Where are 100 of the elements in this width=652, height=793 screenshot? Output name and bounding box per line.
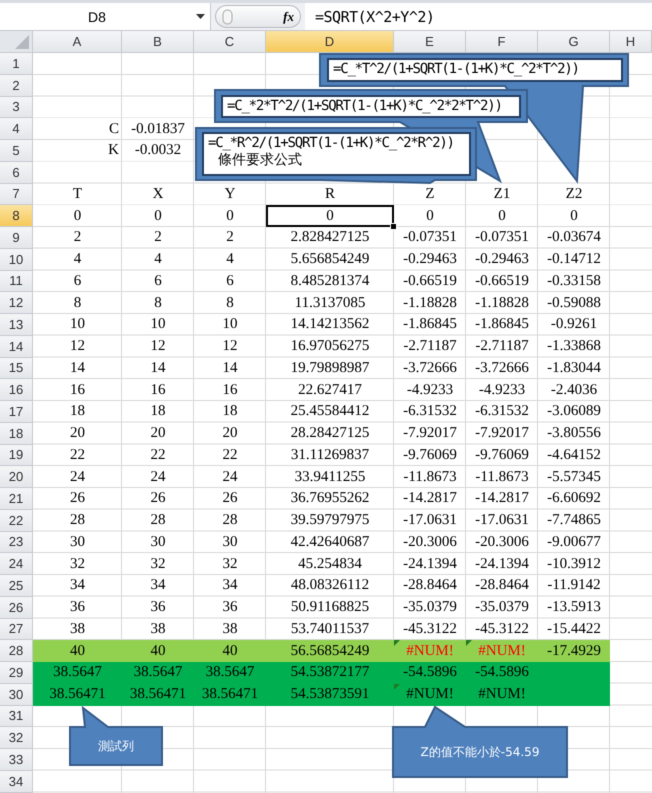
table-cell[interactable]: 38.56471 [194,684,266,706]
table-cell[interactable]: #NUM! [466,684,538,706]
table-cell[interactable]: -4.64152 [538,444,610,466]
table-cell[interactable]: -5.57345 [538,466,610,488]
row-header[interactable]: 9 [0,227,33,249]
table-cell[interactable]: -0.07351 [466,227,538,249]
table-cell[interactable]: -28.8464 [394,575,466,597]
table-cell[interactable]: 22 [33,444,122,466]
table-cell[interactable]: 4 [194,248,266,270]
table-cell[interactable]: -6.31532 [466,401,538,423]
table-cell[interactable]: 38 [122,618,194,640]
table-cell[interactable]: 14 [194,358,266,380]
row-header[interactable]: 30 [0,684,33,706]
column-header[interactable]: A [33,31,122,53]
table-cell[interactable]: 40 [194,640,266,662]
table-cell[interactable]: 34 [33,575,122,597]
row-header[interactable]: 34 [0,770,33,792]
table-cell[interactable]: T [33,184,122,206]
table-cell[interactable]: -1.33868 [538,336,610,358]
column-header[interactable]: D [266,31,394,53]
table-cell[interactable]: 8 [33,292,122,314]
formula-field[interactable]: =SQRT(X^2+Y^2) [305,3,652,30]
column-header[interactable]: F [466,31,538,53]
table-cell[interactable]: -0.03674 [538,227,610,249]
table-cell[interactable]: -9.76069 [466,444,538,466]
table-cell[interactable]: 38 [194,618,266,640]
table-cell[interactable]: Z [394,184,466,206]
table-cell[interactable]: -17.4929 [538,640,610,662]
table-cell[interactable]: 8 [122,292,194,314]
table-cell[interactable]: -3.80556 [538,422,610,444]
table-cell[interactable]: 22 [194,444,266,466]
table-cell[interactable]: -28.8464 [466,575,538,597]
table-cell[interactable]: -0.66519 [466,270,538,292]
row-header[interactable]: 22 [0,510,33,532]
table-cell[interactable]: 14 [33,358,122,380]
row-header[interactable]: 12 [0,292,33,314]
row-header[interactable]: 20 [0,466,33,488]
table-cell[interactable]: 38.5647 [194,662,266,684]
row-header[interactable]: 24 [0,553,33,575]
table-cell[interactable]: 53.74011537 [266,618,394,640]
table-cell[interactable]: -1.86845 [394,314,466,336]
table-cell[interactable]: 18 [194,401,266,423]
table-cell[interactable]: X [122,184,194,206]
row-header[interactable]: 29 [0,662,33,684]
table-cell[interactable]: -10.3912 [538,553,610,575]
table-cell[interactable]: -45.3122 [394,618,466,640]
table-cell[interactable]: -0.9261 [538,314,610,336]
row-header[interactable]: 10 [0,248,33,270]
table-cell[interactable]: 0 [538,205,610,227]
table-cell[interactable]: 22 [122,444,194,466]
table-cell[interactable]: -2.71187 [394,336,466,358]
table-cell[interactable]: -14.2817 [466,488,538,510]
table-cell[interactable]: 26 [194,488,266,510]
row-header[interactable]: 4 [0,118,33,140]
table-cell[interactable]: -3.72666 [466,358,538,380]
table-cell[interactable]: -11.9142 [538,575,610,597]
table-cell[interactable]: 38.5647 [122,662,194,684]
table-cell[interactable]: 6 [122,270,194,292]
table-cell[interactable]: 24 [122,466,194,488]
row-header[interactable]: 31 [0,706,33,728]
table-cell[interactable]: 54.53872177 [266,662,394,684]
table-cell[interactable]: -9.76069 [394,444,466,466]
row-header[interactable]: 18 [0,422,33,444]
table-cell[interactable]: 25.45584412 [266,401,394,423]
table-cell[interactable]: -13.5913 [538,596,610,618]
table-cell[interactable]: 18 [33,401,122,423]
row-header[interactable]: 21 [0,488,33,510]
table-cell[interactable]: -54.5896 [466,662,538,684]
table-cell[interactable]: 12 [33,336,122,358]
row-header[interactable]: 6 [0,162,33,184]
table-cell[interactable]: 5.656854249 [266,248,394,270]
table-cell[interactable]: 32 [122,553,194,575]
table-cell[interactable]: -17.0631 [394,510,466,532]
table-cell[interactable]: 18 [122,401,194,423]
table-cell[interactable]: 12 [122,336,194,358]
table-cell[interactable]: 22.627417 [266,379,394,401]
table-cell[interactable]: 33.9411255 [266,466,394,488]
row-header[interactable]: 2 [0,74,33,96]
table-cell[interactable]: 40 [122,640,194,662]
table-cell[interactable]: 30 [122,532,194,554]
row-header[interactable]: 3 [0,96,33,118]
table-cell[interactable]: 0 [394,205,466,227]
table-cell[interactable]: 12 [194,336,266,358]
row-header[interactable]: 32 [0,727,33,749]
table-cell[interactable]: 38.56471 [33,684,122,706]
row-header[interactable]: 15 [0,358,33,380]
table-cell[interactable]: 16 [122,379,194,401]
table-cell[interactable]: 4 [33,248,122,270]
table-cell[interactable]: 6 [33,270,122,292]
table-cell[interactable]: 40 [33,640,122,662]
table-cell[interactable]: 2.828427125 [266,227,394,249]
table-cell[interactable]: 11.3137085 [266,292,394,314]
table-cell[interactable]: 20 [33,422,122,444]
table-cell[interactable]: 2 [33,227,122,249]
table-cell[interactable]: 30 [33,532,122,554]
row-header[interactable]: 23 [0,532,33,554]
table-cell[interactable]: #NUM! [394,684,466,706]
table-cell[interactable]: 32 [194,553,266,575]
table-cell[interactable]: 24 [194,466,266,488]
table-cell[interactable]: -1.86845 [466,314,538,336]
